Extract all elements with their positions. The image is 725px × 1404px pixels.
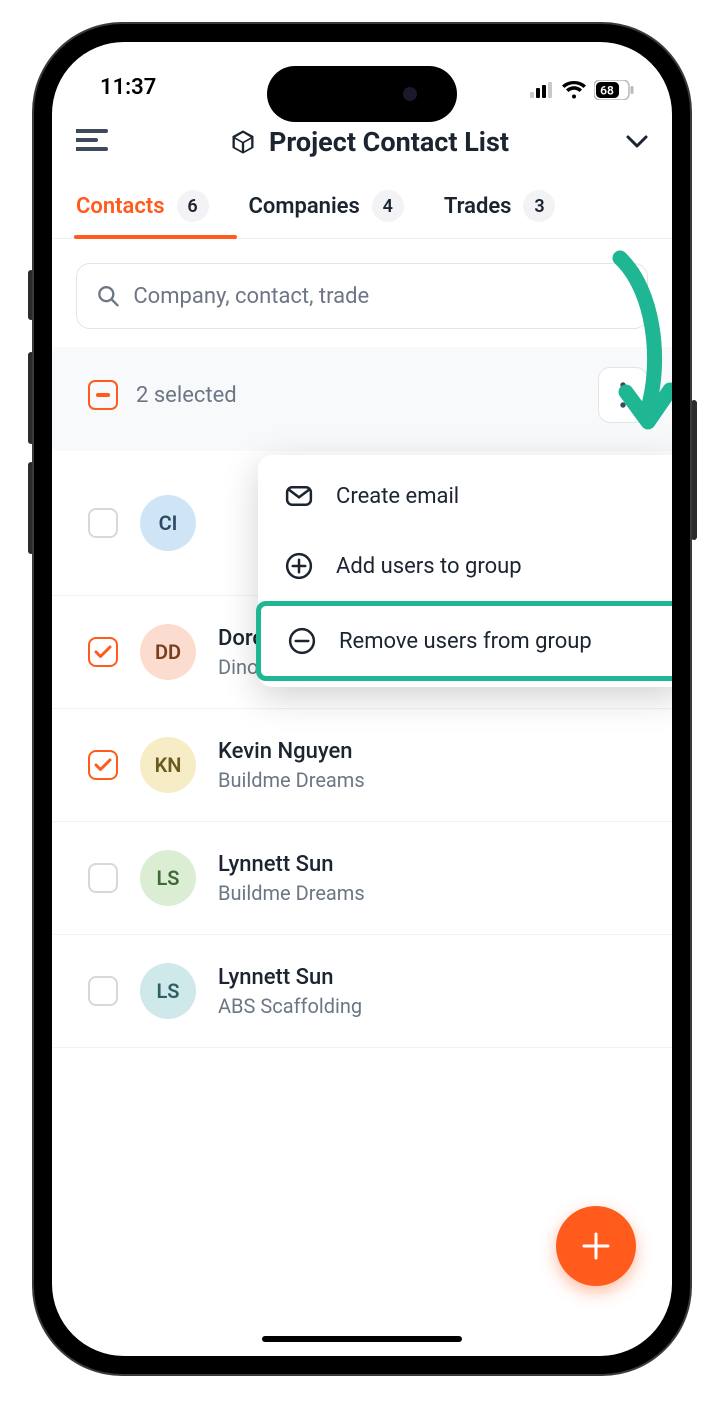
plus-icon — [581, 1231, 611, 1261]
search-icon — [97, 284, 119, 308]
screen: 11:37 68 Project Contact List Contacts6C… — [52, 42, 672, 1356]
menu-item-label: Create email — [336, 484, 459, 509]
menu-button[interactable] — [76, 128, 112, 156]
home-indicator — [262, 1336, 462, 1342]
contact-texts: Lynnett Sun Buildme Dreams — [218, 852, 365, 905]
status-time: 11:37 — [100, 75, 156, 100]
tab-count-badge: 4 — [372, 190, 404, 222]
page-title: Project Contact List — [269, 126, 509, 158]
menu-item-label: Add users to group — [336, 554, 522, 579]
menu-item-plus-circle[interactable]: Add users to group — [258, 531, 672, 601]
contact-company: ABS Scaffolding — [218, 994, 362, 1018]
selection-bar: 2 selected — [52, 347, 672, 451]
menu-item-label: Remove users from group — [339, 629, 592, 654]
check-icon — [94, 758, 112, 772]
contact-checkbox[interactable] — [88, 976, 118, 1006]
tabs: Contacts 6 Companies 4 Trades 3 — [52, 176, 672, 239]
tab-count-badge: 6 — [177, 190, 209, 222]
contact-texts: Lynnett Sun ABS Scaffolding — [218, 965, 362, 1018]
chevron-down-icon[interactable] — [626, 135, 648, 149]
add-fab-button[interactable] — [556, 1206, 636, 1286]
menu-item-minus-circle[interactable]: Remove users from group — [256, 601, 672, 681]
minus-circle-icon — [287, 626, 317, 656]
search-input-wrap[interactable] — [76, 263, 648, 329]
avatar: LS — [140, 850, 196, 906]
tab-companies[interactable]: Companies 4 — [249, 176, 404, 238]
tab-label: Trades — [444, 194, 512, 219]
check-icon — [94, 645, 112, 659]
search-input[interactable] — [133, 284, 627, 309]
avatar: CI — [140, 495, 196, 551]
cube-icon — [229, 128, 257, 156]
select-all-checkbox[interactable] — [88, 380, 118, 410]
phone-frame: 11:37 68 Project Contact List Contacts6C… — [34, 24, 690, 1374]
contact-checkbox[interactable] — [88, 508, 118, 538]
contact-texts: Kevin Nguyen Buildme Dreams — [218, 739, 365, 792]
contact-row[interactable]: LS Lynnett Sun ABS Scaffolding — [52, 935, 672, 1048]
title-dropdown[interactable]: Project Contact List — [130, 126, 608, 158]
contact-row[interactable]: LS Lynnett Sun Buildme Dreams — [52, 822, 672, 935]
contact-name: Lynnett Sun — [218, 965, 362, 990]
avatar: KN — [140, 737, 196, 793]
menu-item-mail[interactable]: Create email — [258, 461, 672, 531]
tab-count-badge: 3 — [523, 190, 555, 222]
tab-label: Contacts — [76, 194, 165, 219]
contact-row[interactable]: KN Kevin Nguyen Buildme Dreams — [52, 709, 672, 822]
search-container — [52, 239, 672, 347]
tab-trades[interactable]: Trades 3 — [444, 176, 556, 238]
phone-side-button — [691, 400, 697, 540]
contact-checkbox[interactable] — [88, 863, 118, 893]
plus-circle-icon — [284, 551, 314, 581]
annotation-arrow-icon — [582, 250, 672, 440]
mail-icon — [284, 481, 314, 511]
actions-menu: Create email Add users to group Remove use… — [258, 455, 672, 687]
wifi-icon — [562, 81, 586, 99]
tab-contacts[interactable]: Contacts 6 — [76, 176, 209, 238]
svg-text:68: 68 — [600, 84, 614, 98]
avatar: LS — [140, 963, 196, 1019]
contact-company: Buildme Dreams — [218, 881, 365, 905]
dynamic-island — [267, 66, 457, 122]
cellular-icon — [530, 82, 554, 98]
avatar: DD — [140, 624, 196, 680]
hamburger-icon — [76, 128, 108, 152]
tab-label: Companies — [249, 194, 360, 219]
contact-name: Kevin Nguyen — [218, 739, 365, 764]
selection-label: 2 selected — [136, 383, 580, 408]
contact-checkbox[interactable] — [88, 750, 118, 780]
battery-icon: 68 — [594, 80, 634, 100]
contact-company: Buildme Dreams — [218, 768, 365, 792]
contact-checkbox[interactable] — [88, 637, 118, 667]
contact-name: Lynnett Sun — [218, 852, 365, 877]
